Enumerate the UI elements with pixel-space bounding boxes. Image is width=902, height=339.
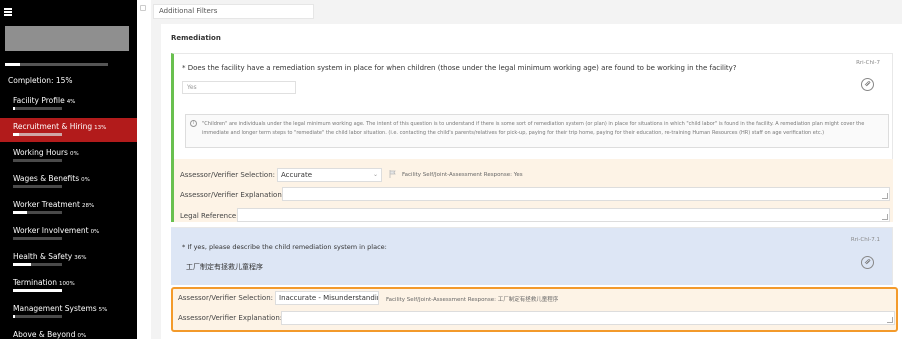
legal-reference-label: Legal Reference: (180, 212, 239, 220)
sidebar-item-percent: 0% (77, 333, 87, 339)
sidebar-item-title: Working Hours (13, 148, 68, 157)
sidebar-item-title: Worker Involvement (13, 226, 89, 235)
assessor-section-1: Assessor/Verifier Selection: Accurate ⌄ … (174, 159, 893, 222)
question-card-1: * Does the facility have a remediation s… (171, 53, 893, 222)
info-icon: i (190, 120, 197, 127)
sidebar-item-label: Working Hours 0% (13, 148, 79, 157)
sidebar-item-label: Worker Treatment 28% (13, 200, 94, 209)
chevron-down-icon: ⌄ (372, 171, 378, 178)
assessor-section-2: Assessor/Verifier Selection: Inaccurate … (171, 287, 898, 332)
sidebar-item-label: Worker Involvement 0% (13, 226, 99, 235)
expand-icon[interactable] (140, 5, 146, 11)
selection-value: Inaccurate - Misunderstanding (279, 294, 379, 302)
sidebar-item-percent: 5% (98, 307, 108, 313)
sidebar-item-label: Termination 100% (13, 278, 75, 287)
additional-filters-button[interactable]: Additional Filters (153, 4, 314, 19)
sidebar-item[interactable]: Management Systems 5% (0, 300, 137, 324)
paperclip-icon[interactable] (861, 78, 874, 91)
question-id: Rri-Chl-7 (856, 60, 880, 66)
section-title: Remediation (171, 34, 221, 42)
sidebar-item-progress (13, 107, 62, 110)
completion-progress-bar (5, 63, 108, 66)
explanation-label: Assessor/Verifier Explanation: (178, 314, 283, 322)
sidebar-item-label: Above & Beyond 0% (13, 330, 86, 339)
sidebar-item-percent: 36% (74, 255, 87, 261)
content-panel: Remediation * Does the facility have a r… (161, 24, 902, 339)
question-id: Rri-Chl-7.1 (850, 237, 880, 243)
answer-field: 工厂制定有拯救儿童程序 (182, 260, 292, 274)
sidebar-item[interactable]: Facility Profile 4% (0, 92, 137, 116)
sidebar-item-percent: 4% (66, 99, 76, 105)
answer-field: Yes (182, 81, 296, 94)
sidebar-item-title: Management Systems (13, 304, 97, 313)
selection-value: Accurate (281, 171, 313, 179)
sidebar-item-progress (13, 315, 62, 318)
sidebar-item[interactable]: Wages & Benefits 0% (0, 170, 137, 194)
hamburger-menu-icon[interactable] (4, 8, 12, 16)
assessor-selection-dropdown[interactable]: Accurate ⌄ (277, 168, 382, 182)
sidebar-item[interactable]: Working Hours 0% (0, 144, 137, 168)
sidebar-item-percent: 0% (90, 229, 100, 235)
completion-label: Completion: 15% (8, 76, 73, 85)
sidebar-item[interactable]: Worker Treatment 28% (0, 196, 137, 220)
selection-label: Assessor/Verifier Selection: (180, 171, 276, 179)
sidebar-item-label: Facility Profile 4% (13, 96, 75, 105)
question-card-2: * If yes, please describe the child reme… (171, 227, 893, 285)
sidebar-item-title: Facility Profile (13, 96, 65, 105)
explanation-textarea[interactable] (282, 187, 890, 201)
sidebar-item-progress (13, 237, 62, 240)
sidebar-item-title: Wages & Benefits (13, 174, 80, 183)
sidebar-item[interactable]: Termination 100% (0, 274, 137, 298)
sidebar: Completion: 15% Facility Profile 4% Recrui… (0, 0, 137, 339)
paperclip-icon[interactable] (861, 256, 874, 269)
sidebar-item-label: Management Systems 5% (13, 304, 107, 313)
sidebar-item-label: Recruitment & Hiring 13% (13, 122, 106, 131)
sidebar-item-title: Above & Beyond (13, 330, 76, 339)
sidebar-item-progress (13, 133, 62, 136)
explanation-label: Assessor/Verifier Explanation: (180, 191, 285, 199)
sidebar-item-label: Health & Safety 36% (13, 252, 86, 261)
sidebar-item-progress (13, 289, 62, 292)
selection-label: Assessor/Verifier Selection: (178, 294, 274, 302)
assessor-selection-dropdown[interactable]: Inaccurate - Misunderstanding (275, 291, 379, 305)
flag-icon (389, 170, 396, 178)
sidebar-item-progress (13, 263, 62, 266)
facility-name-placeholder (5, 26, 129, 51)
sidebar-item[interactable]: Health & Safety 36% (0, 248, 137, 272)
sidebar-item[interactable]: Recruitment & Hiring 13% (0, 118, 137, 142)
sidebar-item-percent: 0% (81, 177, 90, 183)
sidebar-item-label: Wages & Benefits 0% (13, 174, 90, 183)
sidebar-item-progress (13, 211, 62, 214)
info-text: "Children" are individuals under the leg… (202, 121, 865, 136)
main-content: Additional Filters Remediation * Does th… (151, 0, 902, 339)
self-assessment-response: Facility Self/Joint-Assessment Response:… (386, 297, 559, 303)
question-text: * Does the facility have a remediation s… (182, 64, 737, 72)
sidebar-item-title: Worker Treatment (13, 200, 80, 209)
self-assessment-response: Facility Self/Joint-Assessment Response:… (402, 172, 523, 178)
sidebar-item-percent: 0% (69, 151, 79, 157)
sidebar-item-percent: 13% (94, 125, 107, 131)
sidebar-item[interactable]: Above & Beyond 0% (0, 326, 137, 339)
sidebar-item-title: Recruitment & Hiring (13, 122, 93, 131)
sidebar-item-progress (13, 185, 62, 188)
question-text: * If yes, please describe the child reme… (182, 243, 387, 251)
sidebar-item[interactable]: Worker Involvement 0% (0, 222, 137, 246)
sidebar-item-percent: 28% (81, 203, 95, 209)
info-note: i "Children" are individuals under the l… (185, 114, 889, 148)
sidebar-item-progress (13, 159, 62, 162)
sidebar-item-title: Health & Safety (13, 252, 73, 261)
sidebar-item-percent: 100% (58, 281, 75, 287)
legal-reference-textarea[interactable] (237, 208, 890, 222)
explanation-textarea[interactable] (281, 311, 895, 325)
sidebar-item-title: Termination (13, 278, 57, 287)
